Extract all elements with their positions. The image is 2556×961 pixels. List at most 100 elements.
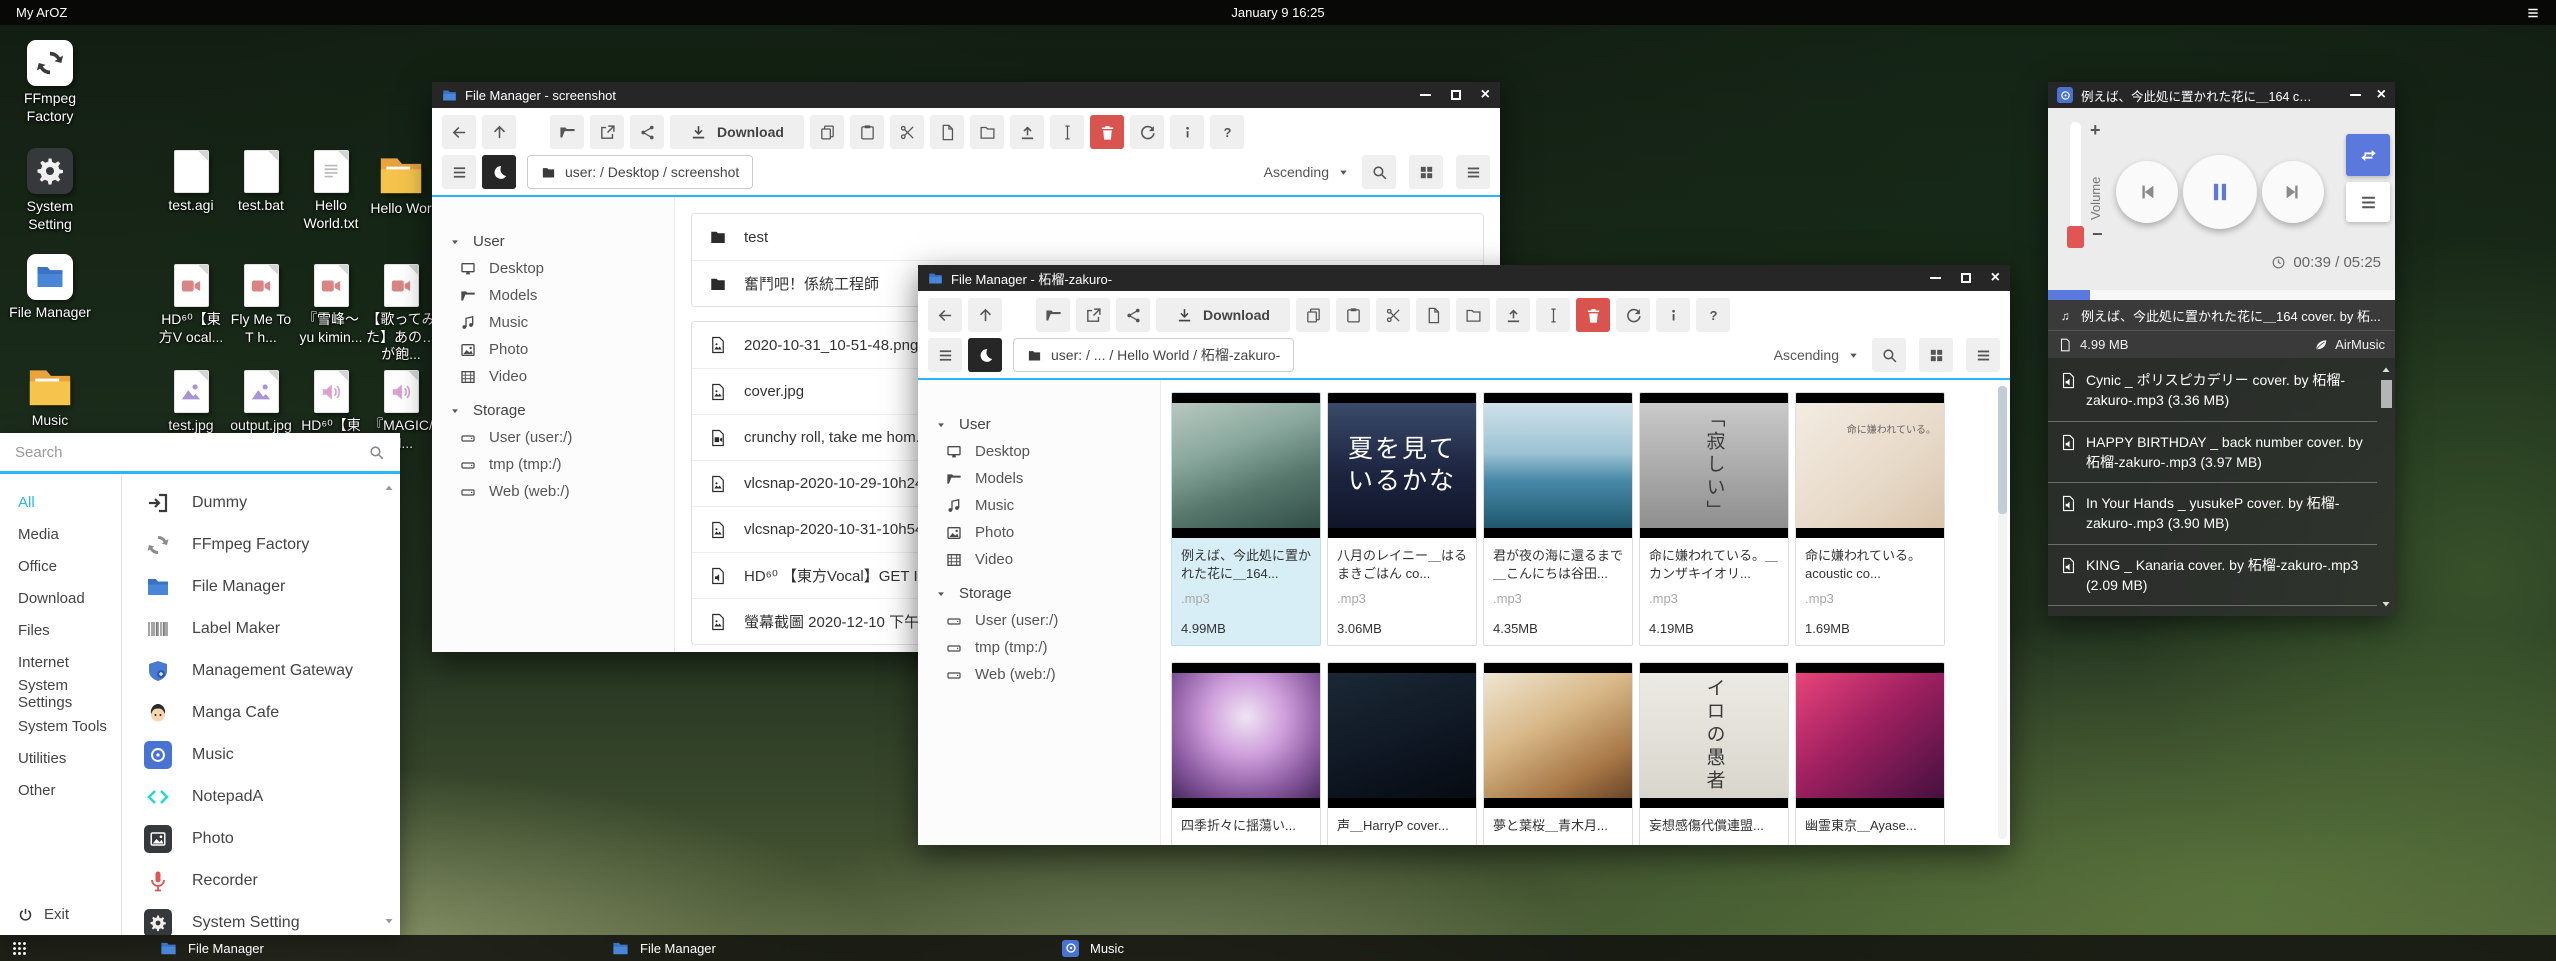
trash-button[interactable] <box>1090 115 1124 149</box>
app-music[interactable]: Music <box>122 734 400 776</box>
minimize-button[interactable] <box>2350 94 2361 96</box>
grid-card[interactable]: 夏を見て いるかな 八月のレイニー＿はるまきごはん co... .mp3 3.0… <box>1327 392 1477 646</box>
grid-view-button[interactable] <box>1409 155 1443 189</box>
file-row[interactable]: test <box>692 214 1483 260</box>
grid-card[interactable]: 命に嫌われている。 命に嫌われている。acoustic co... .mp3 1… <box>1795 392 1945 646</box>
properties-button[interactable] <box>1656 298 1690 332</box>
copy-button[interactable] <box>810 115 844 149</box>
list-menu-button[interactable] <box>928 338 962 372</box>
grid-card[interactable]: 夢と葉桜＿青木月... <box>1483 662 1633 845</box>
back-button[interactable] <box>928 298 962 332</box>
properties-button[interactable] <box>1170 115 1204 149</box>
open-in-new-button[interactable] <box>1076 298 1110 332</box>
pause-button[interactable] <box>2183 155 2257 229</box>
minimize-button[interactable] <box>1420 94 1431 96</box>
refresh-button[interactable] <box>1616 298 1650 332</box>
app-ffmpeg-factory[interactable]: FFmpeg Factory <box>122 524 400 566</box>
cut-button[interactable] <box>890 115 924 149</box>
grid-card[interactable]: 例えば、今此処に置かれた花に＿164... .mp3 4.99MB <box>1171 392 1321 646</box>
breadcrumb[interactable]: user: / ... / Hello World / 柘榴-zakuro- <box>1013 338 1294 372</box>
category-internet[interactable]: Internet <box>0 646 121 678</box>
copy-button[interactable] <box>1296 298 1330 332</box>
sidebar-item-music[interactable]: Music <box>450 309 674 336</box>
help-button[interactable] <box>1210 115 1244 149</box>
category-all[interactable]: All <box>0 486 121 518</box>
launcher-button[interactable] <box>0 940 38 957</box>
desktop-icon-test-jpg[interactable]: test.jpg <box>156 370 226 435</box>
close-button[interactable]: × <box>1481 87 1490 103</box>
sidebar-item-video[interactable]: Video <box>936 546 1160 573</box>
desktop-icon-output-jpg[interactable]: output.jpg <box>226 370 296 435</box>
category-download[interactable]: Download <box>0 582 121 614</box>
category-other[interactable]: Other <box>0 774 121 806</box>
category-utilities[interactable]: Utilities <box>0 742 121 774</box>
scrollbar-thumb[interactable] <box>1998 386 2007 514</box>
refresh-button[interactable] <box>1130 115 1164 149</box>
paste-button[interactable] <box>1336 298 1370 332</box>
maximize-button[interactable] <box>1961 273 1971 283</box>
list-view-button[interactable] <box>1456 155 1490 189</box>
grid-card[interactable]: 声＿HarryP cover... <box>1327 662 1477 845</box>
upload-button[interactable] <box>1496 298 1530 332</box>
sidebar-section-storage[interactable]: Storage <box>450 397 674 424</box>
app-notepada[interactable]: NotepadA <box>122 776 400 818</box>
grid-card[interactable]: イロの愚者 妄想感傷代償連盟... <box>1639 662 1789 845</box>
airmusic-button[interactable]: AirMusic <box>2314 337 2385 352</box>
desktop-icon-hello-world-txt[interactable]: Hello World.txt <box>296 150 366 232</box>
sidebar-item-tmp-drive[interactable]: tmp (tmp:/) <box>450 451 674 478</box>
grid-view-button[interactable] <box>1919 338 1953 372</box>
sidebar-item-desktop[interactable]: Desktop <box>450 255 674 282</box>
playlist-item[interactable]: HAPPY BIRTHDAY _ back number cover. by柘榴… <box>2048 422 2377 484</box>
grid-card[interactable]: 君が夜の海に還るまで＿こんにちは谷田... .mp3 4.35MB <box>1483 392 1633 646</box>
playlist-item[interactable]: KING _ Kanaria cover. by 柘榴-zakuro-.mp3 … <box>2048 545 2377 607</box>
sidebar-item-video[interactable]: Video <box>450 363 674 390</box>
category-system-settings[interactable]: System Settings <box>0 678 121 710</box>
upload-button[interactable] <box>1010 115 1044 149</box>
desktop-icon-video-yukimine[interactable]: 『雪峰～yu kimin... <box>296 264 366 346</box>
app-system-setting[interactable]: System Setting <box>122 902 400 935</box>
exit-button[interactable]: Exit <box>18 906 69 923</box>
rename-button[interactable] <box>1050 115 1084 149</box>
sidebar-item-models[interactable]: Models <box>936 465 1160 492</box>
title-bar[interactable]: 例えば、今此処に置かれた花に＿164 c… × <box>2048 82 2395 108</box>
share-button[interactable] <box>1116 298 1150 332</box>
task-file-manager-2[interactable]: File Manager <box>612 935 716 961</box>
repeat-button[interactable] <box>2346 134 2390 176</box>
sort-label[interactable]: Ascending <box>1774 347 1839 363</box>
new-folder-button[interactable] <box>970 115 1004 149</box>
desktop-icon-video-utattemita[interactable]: 【歌ってみた】あの…が飽... <box>366 264 436 364</box>
trash-button[interactable] <box>1576 298 1610 332</box>
desktop-icon-system-setting[interactable]: System Setting <box>8 148 92 233</box>
task-music[interactable]: Music <box>1062 935 1124 961</box>
list-view-button[interactable] <box>1966 338 2000 372</box>
volume-up-label[interactable]: + <box>2090 120 2101 141</box>
grid-card[interactable]: 四季折々に揺蕩い... <box>1171 662 1321 845</box>
cut-button[interactable] <box>1376 298 1410 332</box>
open-in-new-button[interactable] <box>590 115 624 149</box>
sidebar-section-user[interactable]: User <box>936 411 1160 438</box>
app-file-manager[interactable]: File Manager <box>122 566 400 608</box>
playlist-toggle-button[interactable] <box>2346 182 2390 222</box>
sort-label[interactable]: Ascending <box>1264 164 1329 180</box>
app-label-maker[interactable]: Label Maker <box>122 608 400 650</box>
rename-button[interactable] <box>1536 298 1570 332</box>
grid-card[interactable]: 「寂しい」 命に嫌われている。＿カンザキイオリ... .mp3 4.19MB <box>1639 392 1789 646</box>
sidebar-item-photo[interactable]: Photo <box>936 519 1160 546</box>
sidebar-item-desktop[interactable]: Desktop <box>936 438 1160 465</box>
download-button[interactable]: Download <box>1156 298 1290 332</box>
app-dummy[interactable]: Dummy <box>122 482 400 524</box>
category-office[interactable]: Office <box>0 550 121 582</box>
scroll-down-icon[interactable] <box>383 915 395 927</box>
download-button[interactable]: Download <box>670 115 804 149</box>
title-bar[interactable]: File Manager - 柘榴-zakuro- × <box>918 265 2010 291</box>
up-button[interactable] <box>482 115 516 149</box>
hamburger-menu-icon[interactable] <box>2524 6 2542 20</box>
volume-down-label[interactable]: − <box>2092 224 2103 245</box>
sidebar-item-photo[interactable]: Photo <box>450 336 674 363</box>
up-button[interactable] <box>968 298 1002 332</box>
category-media[interactable]: Media <box>0 518 121 550</box>
app-management-gateway[interactable]: Management Gateway <box>122 650 400 692</box>
open-button[interactable] <box>1036 298 1070 332</box>
scrollbar-thumb[interactable] <box>2381 380 2392 408</box>
list-menu-button[interactable] <box>442 155 476 189</box>
